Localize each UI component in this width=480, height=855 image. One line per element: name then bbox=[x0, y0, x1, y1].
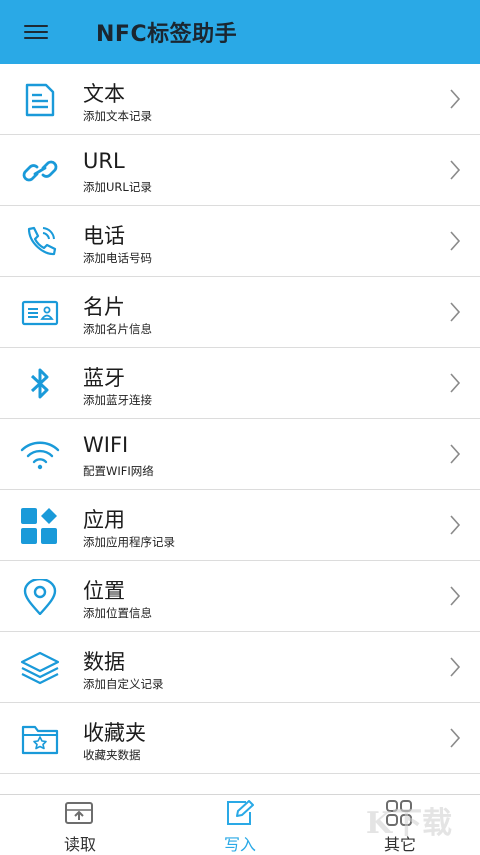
list-item-subtitle: 添加电话号码 bbox=[83, 251, 152, 265]
chevron-right-icon bbox=[448, 514, 462, 536]
menu-icon-line bbox=[24, 37, 48, 39]
list-item-subtitle: 添加文本记录 bbox=[83, 109, 152, 123]
list-item-title: 位置 bbox=[83, 579, 125, 603]
list-item-subtitle: 收藏夹数据 bbox=[83, 748, 141, 762]
write-icon bbox=[224, 800, 254, 826]
list-item-title: 应用 bbox=[83, 508, 125, 532]
list-item-location[interactable]: 位置 添加位置信息 bbox=[0, 561, 480, 632]
chevron-right-icon bbox=[448, 159, 462, 181]
list-item-subtitle: 添加位置信息 bbox=[83, 606, 152, 620]
menu-icon bbox=[24, 25, 48, 27]
wifi-icon bbox=[20, 437, 60, 473]
watermark: K下载 bbox=[365, 806, 452, 841]
chevron-right-icon bbox=[448, 372, 462, 394]
document-icon bbox=[20, 82, 60, 118]
list-item-subtitle: 添加蓝牙连接 bbox=[83, 393, 152, 407]
bluetooth-icon bbox=[20, 366, 60, 402]
phone-icon bbox=[20, 224, 60, 260]
list-item-phone[interactable]: 电话 添加电话号码 bbox=[0, 206, 480, 277]
list-item-title: 蓝牙 bbox=[83, 366, 125, 390]
list-item-business-card[interactable]: 名片 添加名片信息 bbox=[0, 277, 480, 348]
list-item-url[interactable]: URL 添加URL记录 bbox=[0, 135, 480, 206]
app-title: NFC标签助手 bbox=[96, 22, 238, 47]
menu-button[interactable] bbox=[20, 18, 54, 46]
list-item-apps[interactable]: 应用 添加应用程序记录 bbox=[0, 490, 480, 561]
read-icon bbox=[64, 800, 94, 826]
chevron-right-icon bbox=[448, 443, 462, 465]
list-item-title: 收藏夹 bbox=[83, 721, 146, 745]
list-item-subtitle: 添加URL记录 bbox=[83, 180, 152, 194]
chevron-right-icon bbox=[448, 230, 462, 252]
location-pin-icon bbox=[20, 579, 60, 615]
list-item-subtitle: 添加应用程序记录 bbox=[83, 535, 175, 549]
chevron-right-icon bbox=[448, 656, 462, 678]
chevron-right-icon bbox=[448, 88, 462, 110]
tab-label: 写入 bbox=[223, 835, 256, 854]
list-item-text[interactable]: 文本 添加文本记录 bbox=[0, 64, 480, 135]
list-item-title: 名片 bbox=[83, 295, 125, 319]
chevron-right-icon bbox=[448, 301, 462, 323]
list-item-subtitle: 配置WIFI网络 bbox=[83, 464, 154, 478]
list-item-title: 电话 bbox=[83, 224, 125, 248]
list-item-title: 文本 bbox=[83, 82, 125, 106]
list-item-favorites[interactable]: 收藏夹 收藏夹数据 bbox=[0, 703, 480, 774]
list-item-title: WIFI bbox=[83, 433, 129, 457]
folder-star-icon bbox=[20, 721, 60, 757]
tab-read[interactable]: 读取 bbox=[0, 795, 160, 854]
record-type-list: 文本 添加文本记录 URL 添加URL记录 电话 添加电话号码 名片 添加名片信… bbox=[0, 64, 480, 774]
list-item-title: 数据 bbox=[83, 650, 125, 674]
list-item-title: URL bbox=[83, 149, 125, 173]
chevron-right-icon bbox=[448, 585, 462, 607]
apps-icon bbox=[20, 508, 60, 544]
list-item-subtitle: 添加名片信息 bbox=[83, 322, 152, 336]
list-item-wifi[interactable]: WIFI 配置WIFI网络 bbox=[0, 419, 480, 490]
list-item-bluetooth[interactable]: 蓝牙 添加蓝牙连接 bbox=[0, 348, 480, 419]
menu-icon-line bbox=[24, 31, 48, 33]
app-bar: NFC标签助手 bbox=[0, 0, 480, 64]
tab-label: 读取 bbox=[63, 835, 96, 854]
business-card-icon bbox=[20, 295, 60, 331]
list-item-data[interactable]: 数据 添加自定义记录 bbox=[0, 632, 480, 703]
list-item-subtitle: 添加自定义记录 bbox=[83, 677, 164, 691]
tab-write[interactable]: 写入 bbox=[160, 795, 320, 854]
chevron-right-icon bbox=[448, 727, 462, 749]
link-icon bbox=[20, 153, 60, 189]
layers-icon bbox=[20, 650, 60, 686]
